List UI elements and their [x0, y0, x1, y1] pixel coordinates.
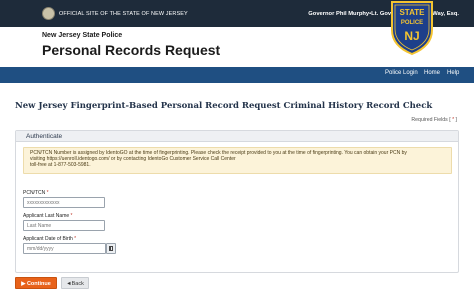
panel-header: Authenticate — [16, 131, 458, 142]
lastname-input[interactable] — [23, 220, 105, 231]
calendar-icon — [109, 246, 113, 251]
page-title: New Jersey Fingerprint-Based Personal Re… — [15, 101, 433, 111]
lastname-required-mark: * — [70, 213, 73, 219]
continue-button[interactable]: ▶ Continue — [15, 277, 57, 289]
dob-label-text: Applicant Date of Birth — [23, 236, 73, 242]
back-button[interactable]: ◄Back — [61, 277, 89, 289]
official-site-text: OFFICIAL SITE OF THE STATE OF NEW JERSEY — [59, 11, 188, 17]
dob-input[interactable] — [23, 243, 106, 254]
calendar-button[interactable] — [106, 243, 116, 254]
required-prefix: Required Fields [ — [411, 117, 453, 123]
required-fields-note: Required Fields [ * ] — [411, 117, 457, 123]
pcn-label-text: PCN/TCN — [23, 190, 46, 196]
nav-home[interactable]: Home — [424, 70, 440, 76]
lastname-label: Applicant Last Name * — [23, 213, 72, 219]
required-suffix: ] — [454, 117, 457, 123]
badge-bottom-text: NJ — [404, 29, 419, 43]
state-police-badge-icon: STATE POLICE NJ — [391, 1, 433, 56]
nav-help[interactable]: Help — [447, 70, 459, 76]
governor-text: Governor Phil Murphy•Lt. Governor Tahesh… — [308, 11, 459, 17]
main-content: New Jersey Fingerprint-Based Personal Re… — [0, 83, 474, 296]
nav-police-login[interactable]: Police Login — [385, 70, 418, 76]
state-seal-icon — [42, 7, 55, 20]
panel-heading: Authenticate — [26, 133, 63, 140]
dob-required-mark: * — [74, 236, 77, 242]
main-nav: Police Login Home Help — [0, 67, 474, 83]
notice-line-3: toll-free at 1-877-503-5981. — [30, 162, 91, 168]
pcn-input[interactable] — [23, 197, 105, 208]
pcn-required-mark: * — [46, 190, 49, 196]
site-title: Personal Records Request — [42, 42, 221, 58]
pcn-notice: PCN/TCN Number is assigned by IdentoGO a… — [23, 147, 452, 174]
badge-top-text: STATE — [399, 8, 425, 17]
lastname-label-text: Applicant Last Name — [23, 213, 70, 219]
authenticate-panel: Authenticate PCN/TCN Number is assigned … — [15, 130, 459, 273]
dob-label: Applicant Date of Birth * — [23, 236, 76, 242]
pcn-label: PCN/TCN * — [23, 190, 49, 196]
badge-middle-text: POLICE — [401, 20, 423, 26]
agency-name: New Jersey State Police — [42, 32, 123, 39]
